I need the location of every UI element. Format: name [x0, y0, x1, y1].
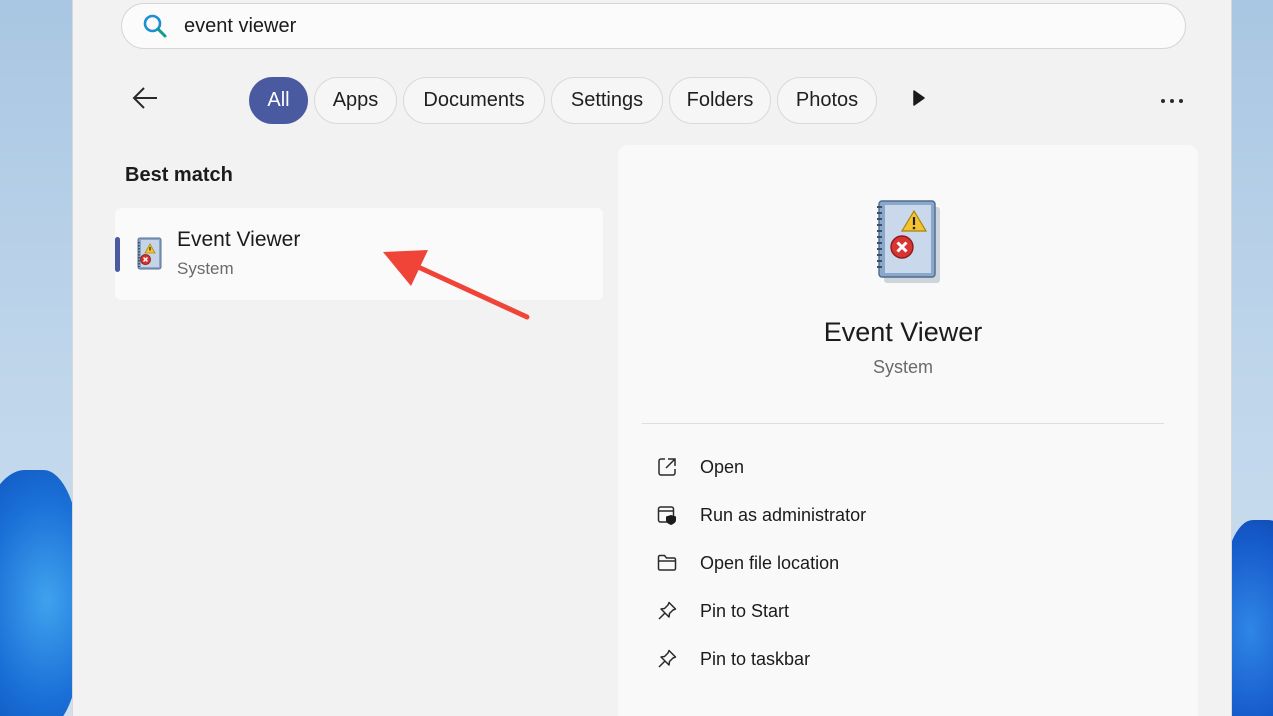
action-pin-to-start[interactable]: Pin to Start: [654, 591, 1154, 631]
pin-icon: [654, 598, 680, 624]
filter-chip-label: All: [267, 89, 290, 111]
details-title: Event Viewer: [823, 317, 983, 347]
action-label: Pin to Start: [700, 600, 790, 621]
play-icon: [911, 89, 927, 112]
filter-chip-label: Settings: [570, 89, 644, 111]
action-open[interactable]: Open: [654, 447, 1154, 487]
search-input[interactable]: [184, 14, 1084, 38]
filter-chip-all[interactable]: All: [249, 77, 308, 124]
action-pin-to-taskbar[interactable]: Pin to taskbar: [654, 639, 1154, 679]
filter-chip-folders[interactable]: Folders: [669, 77, 771, 124]
action-label: Run as administrator: [700, 504, 867, 525]
selection-indicator: [115, 237, 120, 272]
back-button[interactable]: [127, 76, 163, 124]
annotation-arrow-icon: [383, 250, 530, 320]
filter-chip-label: Folders: [686, 89, 754, 111]
folder-icon: [654, 550, 680, 576]
ellipsis-icon: [1160, 91, 1184, 109]
action-label: Open file location: [700, 552, 840, 573]
filter-chip-documents[interactable]: Documents: [403, 77, 545, 124]
result-title: Event Viewer: [177, 228, 301, 251]
filter-chip-label: Documents: [423, 89, 525, 111]
event-viewer-large-icon: [868, 197, 944, 285]
more-options-button[interactable]: [1157, 86, 1187, 114]
wallpaper-bloom-left: [0, 470, 80, 716]
result-subtitle: System: [177, 259, 234, 278]
action-open-file-location[interactable]: Open file location: [654, 543, 1154, 583]
event-viewer-icon: [133, 236, 165, 272]
details-subtitle: System: [872, 357, 933, 377]
action-run-as-administrator[interactable]: Run as administrator: [654, 495, 1154, 535]
filter-chip-label: Apps: [332, 89, 379, 111]
search-panel: All Apps Documents Settings Folders Phot…: [72, 0, 1232, 716]
filter-chip-apps[interactable]: Apps: [314, 77, 397, 124]
open-external-icon: [654, 454, 680, 480]
filter-chip-settings[interactable]: Settings: [551, 77, 663, 124]
search-box[interactable]: [121, 3, 1186, 49]
search-icon: [142, 13, 168, 39]
filter-chip-label: Photos: [795, 89, 859, 111]
more-filters-button[interactable]: [907, 88, 931, 112]
action-label: Open: [700, 456, 745, 477]
filter-bar: All Apps Documents Settings Folders Phot…: [127, 76, 1187, 124]
filter-chip-photos[interactable]: Photos: [777, 77, 877, 124]
shield-admin-icon: [654, 502, 680, 528]
details-pane: Event Viewer System Open Run as administ…: [618, 145, 1198, 716]
best-match-heading: Best match: [125, 164, 233, 186]
back-arrow-icon: [131, 86, 159, 115]
pin-icon: [654, 646, 680, 672]
divider: [642, 423, 1164, 424]
action-label: Pin to taskbar: [700, 648, 811, 669]
